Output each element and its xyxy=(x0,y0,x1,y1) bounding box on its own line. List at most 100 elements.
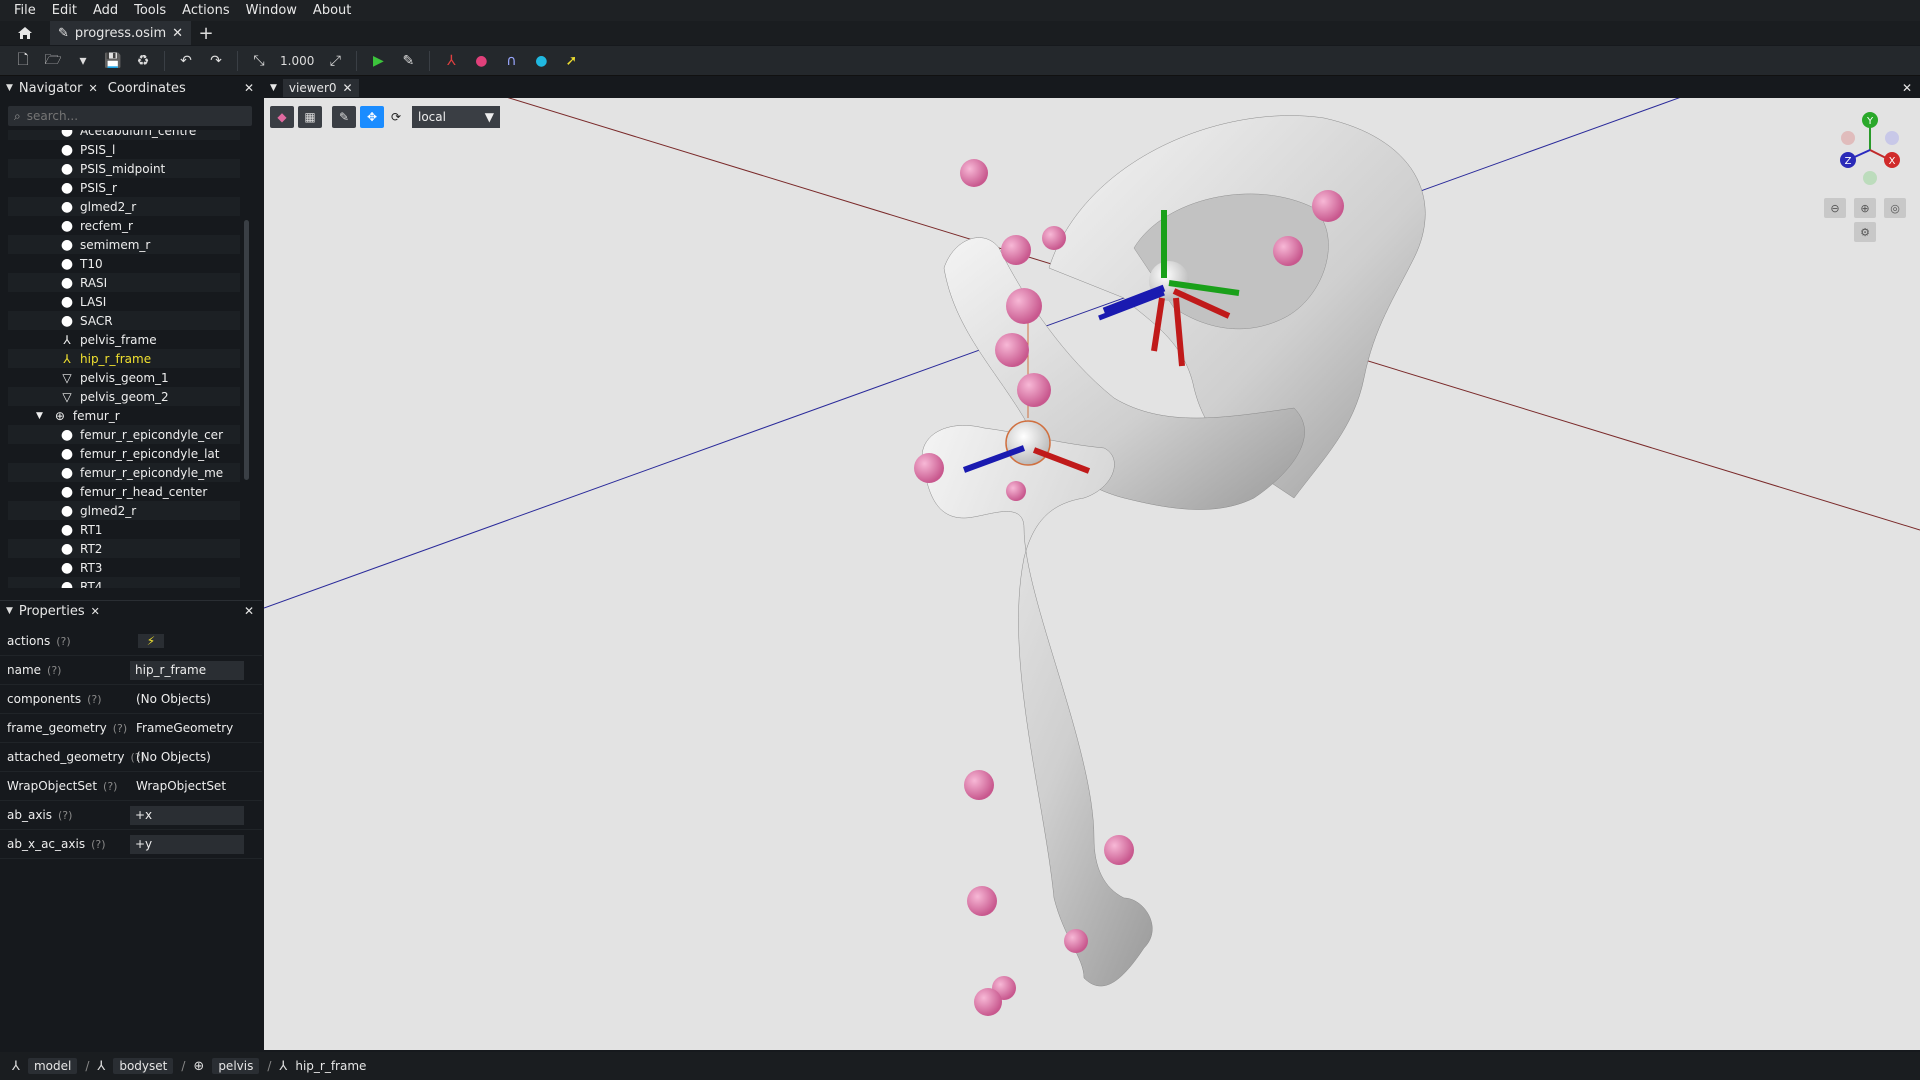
close-panel-icon[interactable]: ✕ xyxy=(244,604,254,618)
measure-tool-button[interactable]: ◆ xyxy=(270,106,294,128)
search-box[interactable]: ⌕ xyxy=(8,106,252,126)
tree-item[interactable]: ● RT2 xyxy=(8,539,240,558)
tree-item[interactable]: ● semimem_r xyxy=(8,235,240,254)
marker[interactable] xyxy=(967,886,997,916)
tree-item[interactable]: ▼ ⊕ femur_r xyxy=(8,406,240,425)
viewer-settings-button[interactable]: ⚙ xyxy=(1854,222,1876,242)
marker[interactable] xyxy=(974,988,1002,1016)
coordinates-tab[interactable]: Coordinates xyxy=(108,81,186,96)
document-tab[interactable]: ✎ progress.osim ✕ xyxy=(50,21,192,45)
add-force-button[interactable]: ➚ xyxy=(558,49,584,73)
3d-viewport[interactable]: Y X Z ◆ ▦ ✎ ✥ ⟳ local ▼ ⊖ ⊕ ◎ ⚙ xyxy=(264,98,1920,1050)
menu-about[interactable]: About xyxy=(305,3,359,18)
marker[interactable] xyxy=(1104,835,1134,865)
marker[interactable] xyxy=(1312,190,1344,222)
menu-edit[interactable]: Edit xyxy=(44,3,85,18)
marker[interactable] xyxy=(1006,481,1026,501)
grid-toggle-button[interactable]: ▦ xyxy=(298,106,322,128)
orientation-gizmo[interactable]: Y X Z xyxy=(1840,112,1900,185)
tree-item[interactable]: ⅄ pelvis_frame xyxy=(8,330,240,349)
close-icon[interactable]: ✕ xyxy=(91,605,100,618)
tree-item[interactable]: ● PSIS_r xyxy=(8,178,240,197)
open-recent-dropdown[interactable]: ▾ xyxy=(70,49,96,73)
auto-focus-button[interactable]: ◎ xyxy=(1884,198,1906,218)
zoom-out-button[interactable]: ⊖ xyxy=(1824,198,1846,218)
marker[interactable] xyxy=(1017,373,1051,407)
scale-down-button[interactable]: ⤡ xyxy=(246,49,272,73)
add-tab-button[interactable]: + xyxy=(191,23,221,44)
help-marker[interactable]: (?) xyxy=(58,809,72,822)
tree-item[interactable]: ● Acetabulum_centre xyxy=(8,130,240,140)
search-input[interactable] xyxy=(26,109,227,123)
open-file-button[interactable]: 🗁 xyxy=(40,49,66,73)
translate-tool-button[interactable]: ✥ xyxy=(360,106,384,128)
tree-item[interactable]: ▽ pelvis_geom_1 xyxy=(8,368,240,387)
add-frame-button[interactable]: ⅄ xyxy=(438,49,464,73)
scene-canvas[interactable]: Y X Z xyxy=(264,98,1920,1050)
tree-item[interactable]: ● femur_r_epicondyle_cer xyxy=(8,425,240,444)
tree-item[interactable]: ● PSIS_l xyxy=(8,140,240,159)
menu-tools[interactable]: Tools xyxy=(126,3,174,18)
close-icon[interactable]: ✕ xyxy=(89,82,98,95)
tree-item[interactable]: ▽ pelvis_geom_2 xyxy=(8,387,240,406)
undo-button[interactable]: ↶ xyxy=(173,49,199,73)
property-value[interactable]: +y xyxy=(130,834,244,854)
property-value[interactable]: +x xyxy=(130,805,244,825)
save-button[interactable]: 💾 xyxy=(100,49,126,73)
close-panel-icon[interactable]: ✕ xyxy=(244,81,254,95)
gizmo-neg-y[interactable] xyxy=(1863,171,1877,185)
tree-item[interactable]: ● glmed2_r xyxy=(8,197,240,216)
tree-item[interactable]: ● glmed2_r xyxy=(8,501,240,520)
navigator-scrollbar[interactable] xyxy=(244,220,249,480)
reload-button[interactable]: ♻ xyxy=(130,49,156,73)
edit-sim-button[interactable]: ✎ xyxy=(395,49,421,73)
tree-item[interactable]: ● PSIS_midpoint xyxy=(8,159,240,178)
gizmo-neg-x[interactable] xyxy=(1841,131,1855,145)
help-marker[interactable]: (?) xyxy=(91,838,105,851)
marker[interactable] xyxy=(1064,929,1088,953)
marker[interactable] xyxy=(960,159,988,187)
help-marker[interactable]: (?) xyxy=(113,722,127,735)
menu-add[interactable]: Add xyxy=(85,3,126,18)
ruler-button[interactable]: ✎ xyxy=(332,106,356,128)
tree-item[interactable]: ● RASI xyxy=(8,273,240,292)
tree-item[interactable]: ● LASI xyxy=(8,292,240,311)
marker[interactable] xyxy=(1001,235,1031,265)
scale-up-button[interactable]: ⤢ xyxy=(322,49,348,73)
marker[interactable] xyxy=(1042,226,1066,250)
menu-actions[interactable]: Actions xyxy=(174,3,238,18)
breadcrumb-model[interactable]: model xyxy=(27,1058,78,1074)
tree-item[interactable]: ● RT3 xyxy=(8,558,240,577)
simulate-button[interactable]: ▶ xyxy=(365,49,391,73)
navigator-tab[interactable]: Navigator xyxy=(19,81,83,96)
tree-item[interactable]: ● SACR xyxy=(8,311,240,330)
breadcrumb-bodyset[interactable]: bodyset xyxy=(113,1058,174,1074)
marker[interactable] xyxy=(914,453,944,483)
help-marker[interactable]: (?) xyxy=(47,664,61,677)
tree-item[interactable]: ● femur_r_head_center xyxy=(8,482,240,501)
marker[interactable] xyxy=(1273,236,1303,266)
add-marker-button[interactable]: ● xyxy=(468,49,494,73)
scale-factor-value[interactable]: 1.000 xyxy=(276,54,318,68)
collapse-icon[interactable]: ▼ xyxy=(6,83,13,93)
tree-item[interactable]: ● T10 xyxy=(8,254,240,273)
rotate-tool-button[interactable]: ⟳ xyxy=(384,106,408,128)
home-tab[interactable] xyxy=(0,21,50,45)
viewer-tab[interactable]: viewer0 ✕ xyxy=(282,79,359,97)
new-file-button[interactable]: 🗋 xyxy=(10,49,36,73)
collapse-icon[interactable]: ▼ xyxy=(6,606,13,616)
tree-item[interactable]: ⅄ hip_r_frame xyxy=(8,349,240,368)
actions-button[interactable]: ⚡ xyxy=(138,634,164,648)
tree-item[interactable]: ● femur_r_epicondyle_lat xyxy=(8,444,240,463)
help-marker[interactable]: (?) xyxy=(103,780,117,793)
menu-file[interactable]: File xyxy=(6,3,44,18)
tree-item[interactable]: ● RT4 xyxy=(8,577,240,588)
marker[interactable] xyxy=(1006,288,1042,324)
redo-button[interactable]: ↷ xyxy=(203,49,229,73)
menu-window[interactable]: Window xyxy=(238,3,305,18)
tree-item[interactable]: ● femur_r_epicondyle_me xyxy=(8,463,240,482)
close-tab-icon[interactable]: ✕ xyxy=(172,26,183,41)
expand-icon[interactable]: ▼ xyxy=(36,411,43,421)
help-marker[interactable]: (?) xyxy=(87,693,101,706)
close-icon[interactable]: ✕ xyxy=(343,81,353,95)
